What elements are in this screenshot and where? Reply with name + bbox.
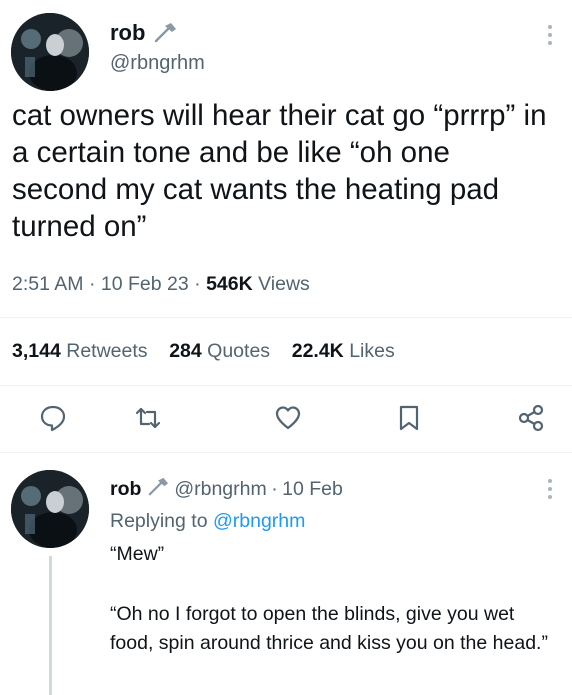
meta-separator: · xyxy=(88,273,101,295)
divider xyxy=(0,452,572,453)
retweets-label: Retweets xyxy=(66,340,148,362)
likes-stat[interactable]: 22.4K Likes xyxy=(292,340,395,362)
reply-author-handle[interactable]: @rbngrhm xyxy=(174,478,266,500)
reply-date[interactable]: 10 Feb xyxy=(282,478,343,500)
divider xyxy=(0,385,572,386)
author-handle[interactable]: @rbngrhm xyxy=(110,52,205,75)
reply-text-line1: “Mew” xyxy=(110,543,165,565)
avatar[interactable] xyxy=(11,13,89,91)
reply-icon[interactable] xyxy=(38,403,68,433)
tweet-date[interactable]: 10 Feb 23 xyxy=(101,273,189,295)
like-icon[interactable] xyxy=(273,403,303,433)
more-options-icon[interactable] xyxy=(546,478,554,500)
quotes-stat[interactable]: 284 Quotes xyxy=(169,340,270,362)
quotes-count: 284 xyxy=(169,340,202,362)
reply-avatar[interactable] xyxy=(11,470,89,548)
views-count: 546K xyxy=(206,273,253,295)
reply-text-line2: “Oh no I forgot to open the blinds, give… xyxy=(110,603,548,654)
tweet-meta: 2:51 AM · 10 Feb 23 · 546K Views xyxy=(12,273,310,296)
retweet-icon[interactable] xyxy=(133,403,163,433)
meta-separator: · xyxy=(271,478,278,500)
retweets-count: 3,144 xyxy=(12,340,61,362)
reply-author-name[interactable]: rob xyxy=(110,478,141,500)
tweet-text: cat owners will hear their cat go “prrrp… xyxy=(12,99,547,243)
likes-label: Likes xyxy=(349,340,395,362)
avatar-image xyxy=(11,13,89,91)
author-name[interactable]: rob xyxy=(110,20,145,46)
hammer-icon xyxy=(146,477,170,502)
thread-line xyxy=(49,556,52,695)
reply-header: rob @rbngrhm · 10 Feb xyxy=(110,477,343,502)
bookmark-icon[interactable] xyxy=(394,403,424,433)
replying-to: Replying to @rbngrhm xyxy=(110,510,305,533)
views-label: Views xyxy=(258,273,310,295)
meta-separator: · xyxy=(194,273,207,295)
replying-to-link[interactable]: @rbngrhm xyxy=(213,510,305,532)
hammer-icon xyxy=(152,22,178,49)
quotes-label: Quotes xyxy=(207,340,271,362)
likes-count: 22.4K xyxy=(291,340,344,362)
more-options-icon[interactable] xyxy=(546,24,554,46)
tweet-time[interactable]: 2:51 AM xyxy=(12,273,84,295)
engagement-stats: 3,144 Retweets 284 Quotes 22.4K Likes xyxy=(12,340,395,363)
retweets-stat[interactable]: 3,144 Retweets xyxy=(12,340,148,362)
avatar-image xyxy=(11,470,89,548)
replying-prefix: Replying to xyxy=(110,510,208,532)
share-icon[interactable] xyxy=(516,403,546,433)
divider xyxy=(0,317,572,318)
